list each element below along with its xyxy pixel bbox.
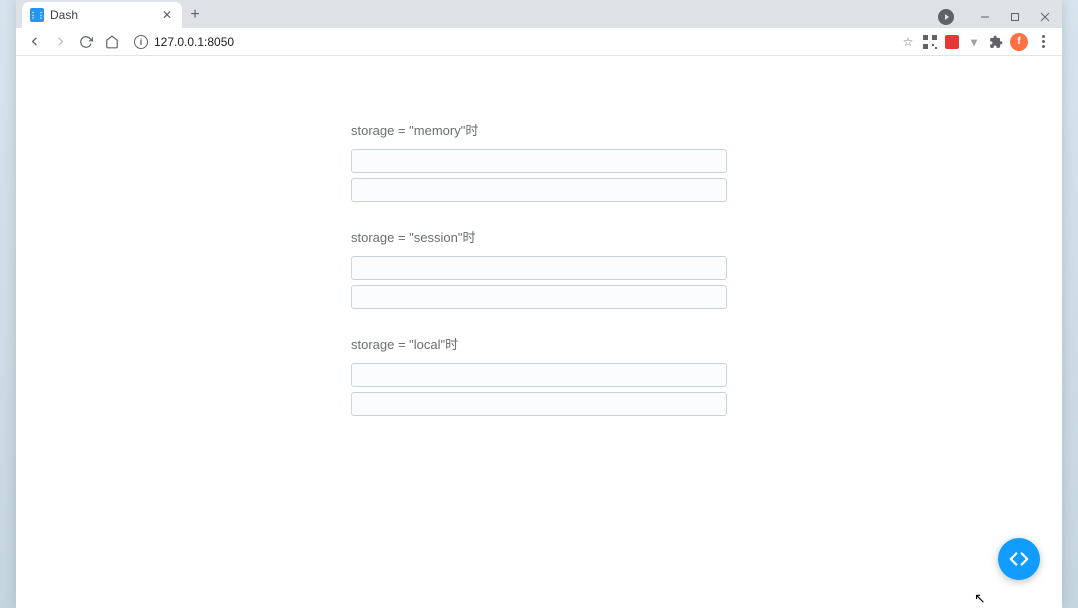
extension-red-icon[interactable] — [944, 34, 960, 50]
dash-favicon-icon: ⋮⋮ — [30, 8, 44, 22]
qr-icon[interactable] — [922, 34, 938, 50]
window-close-button[interactable] — [1030, 6, 1060, 28]
local-input-2[interactable] — [351, 392, 727, 416]
browser-window: ⋮⋮ Dash ✕ + — [16, 0, 1062, 608]
bookmark-star-icon[interactable]: ☆ — [900, 34, 916, 50]
new-tab-button[interactable]: + — [182, 2, 208, 28]
extensions-puzzle-icon[interactable] — [988, 34, 1004, 50]
profile-avatar[interactable]: f — [1010, 33, 1028, 51]
maximize-button[interactable] — [1000, 6, 1030, 28]
toolbar-right: ☆ ▾ f — [900, 33, 1056, 51]
window-controls — [938, 6, 1062, 28]
section-label-session: storage = "session"时 — [351, 227, 727, 246]
tab-title: Dash — [50, 8, 154, 22]
forward-button[interactable] — [48, 30, 72, 54]
tab-active[interactable]: ⋮⋮ Dash ✕ — [22, 2, 182, 28]
site-info-icon[interactable]: i — [134, 35, 148, 49]
url-field[interactable]: i 127.0.0.1:8050 — [126, 35, 898, 49]
minimize-button[interactable] — [970, 6, 1000, 28]
dash-devtools-button[interactable] — [998, 538, 1040, 580]
back-button[interactable] — [22, 30, 46, 54]
media-playing-icon[interactable] — [938, 9, 954, 25]
memory-input-1[interactable] — [351, 149, 727, 173]
memory-input-2[interactable] — [351, 178, 727, 202]
close-icon[interactable]: ✕ — [160, 8, 174, 22]
title-bar: ⋮⋮ Dash ✕ + — [16, 0, 1062, 28]
session-input-2[interactable] — [351, 285, 727, 309]
menu-button[interactable] — [1034, 35, 1052, 48]
page-content: storage = "memory"时 storage = "session"时… — [16, 56, 1062, 608]
url-text: 127.0.0.1:8050 — [154, 35, 234, 49]
extension-v-icon[interactable]: ▾ — [966, 34, 982, 50]
home-button[interactable] — [100, 30, 124, 54]
form-container: storage = "memory"时 storage = "session"时… — [351, 120, 727, 421]
section-label-memory: storage = "memory"时 — [351, 120, 727, 139]
local-input-1[interactable] — [351, 363, 727, 387]
tabs-area: ⋮⋮ Dash ✕ + — [16, 2, 938, 28]
address-bar: i 127.0.0.1:8050 ☆ ▾ f — [16, 28, 1062, 56]
section-label-local: storage = "local"时 — [351, 334, 727, 353]
session-input-1[interactable] — [351, 256, 727, 280]
reload-button[interactable] — [74, 30, 98, 54]
